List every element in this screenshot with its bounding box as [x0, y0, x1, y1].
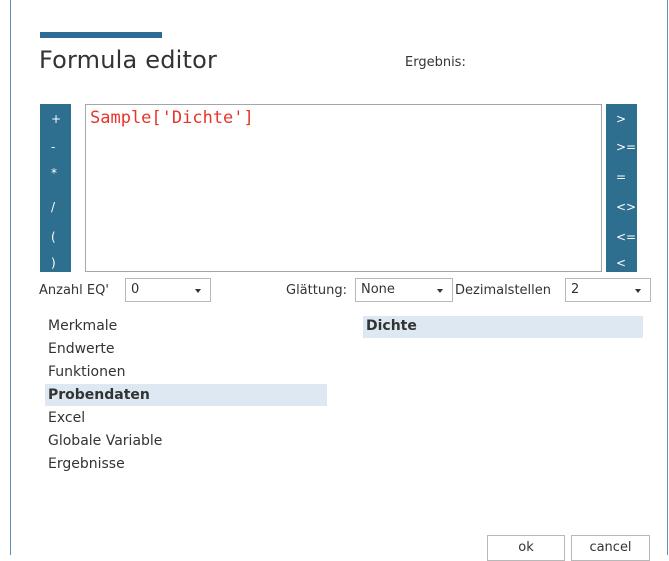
- operator-minus-button[interactable]: -: [51, 140, 82, 154]
- chevron-down-icon: [195, 289, 201, 293]
- operator-greater-equal-button[interactable]: >=: [616, 140, 647, 154]
- dezimalstellen-select[interactable]: 2: [565, 278, 651, 302]
- cancel-button[interactable]: cancel: [571, 535, 650, 561]
- dezimalstellen-label: Dezimalstellen: [455, 283, 552, 298]
- operator-panel-right: > >= = <> <= <: [606, 104, 637, 272]
- operator-plus-button[interactable]: +: [51, 112, 82, 126]
- category-funktionen[interactable]: Funktionen: [48, 364, 125, 380]
- category-ergebnisse[interactable]: Ergebnisse: [48, 456, 125, 472]
- operator-close-paren-button[interactable]: ): [51, 256, 82, 270]
- anzahl-eq-label: Anzahl EQ': [39, 283, 109, 298]
- category-endwerte[interactable]: Endwerte: [48, 341, 115, 357]
- operator-multiply-button[interactable]: *: [51, 166, 82, 180]
- category-probendaten[interactable]: Probendaten: [45, 384, 327, 406]
- glaettung-select[interactable]: None: [355, 278, 453, 302]
- glaettung-value: None: [361, 282, 395, 297]
- anzahl-eq-select[interactable]: 0: [125, 278, 211, 302]
- category-merkmale[interactable]: Merkmale: [48, 318, 117, 334]
- formula-input[interactable]: Sample['Dichte']: [85, 104, 602, 272]
- operator-equal-button[interactable]: =: [616, 170, 647, 184]
- chevron-down-icon: [635, 289, 641, 293]
- operator-open-paren-button[interactable]: (: [51, 230, 82, 244]
- glaettung-label: Glättung:: [286, 283, 347, 298]
- operator-greater-button[interactable]: >: [616, 112, 647, 126]
- category-globale-variable[interactable]: Globale Variable: [48, 433, 162, 449]
- category-excel[interactable]: Excel: [48, 410, 85, 426]
- chevron-down-icon: [437, 289, 443, 293]
- operator-panel-left: + - * / ( ): [40, 104, 71, 272]
- dialog-title: Formula editor: [39, 46, 218, 74]
- operator-not-equal-button[interactable]: <>: [616, 200, 647, 214]
- field-dichte[interactable]: Dichte: [363, 316, 643, 338]
- operator-divide-button[interactable]: /: [51, 200, 82, 214]
- operator-less-equal-button[interactable]: <=: [616, 230, 647, 244]
- result-label: Ergebnis:: [405, 55, 466, 70]
- anzahl-eq-value: 0: [131, 282, 140, 297]
- title-accent-bar: [40, 32, 162, 38]
- formula-text: Sample['Dichte']: [90, 108, 254, 128]
- operator-less-button[interactable]: <: [616, 256, 647, 270]
- dezimalstellen-value: 2: [571, 282, 580, 297]
- ok-button[interactable]: ok: [487, 535, 565, 561]
